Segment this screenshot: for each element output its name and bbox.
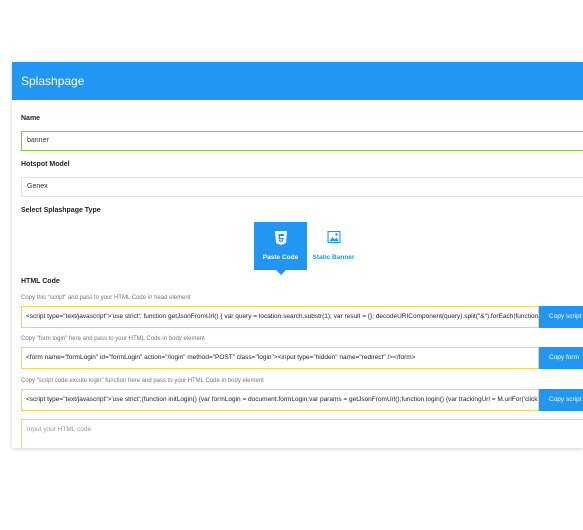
type-option-static-banner[interactable]: Static Banner <box>307 222 360 270</box>
html-code-label: HTML Code <box>21 278 60 285</box>
type-option-paste-code[interactable]: Paste Code <box>254 222 307 275</box>
hotspot-model-select[interactable]: Genex <box>21 177 583 197</box>
copy-script-button[interactable]: Copy script <box>539 306 583 328</box>
image-icon <box>326 230 341 245</box>
login-script-code-field[interactable]: <script type="text/javascript">'use stri… <box>21 389 539 411</box>
copy-form-button[interactable]: Copy form <box>539 347 583 369</box>
type-option-label: Static Banner <box>312 254 355 261</box>
html-code-textarea[interactable]: Input your HTML code <box>21 419 583 448</box>
splashpage-panel: Splashpage Name banner Hotspot Model Gen… <box>12 62 583 448</box>
login-script-hint: Copy "script code excute login" function… <box>21 378 264 384</box>
script-hint: Copy this "script" and pass to your HTML… <box>21 295 191 301</box>
form-code-field[interactable]: <form name="formLogin" id="formLogin" ac… <box>21 347 539 369</box>
html5-icon <box>274 231 287 247</box>
type-option-label: Paste Code <box>262 254 299 261</box>
panel-header: Splashpage <box>12 62 583 100</box>
form-hint: Copy "form login" here and pass to your … <box>21 336 205 342</box>
script-code-field[interactable]: <script type="text/javascript">'use stri… <box>21 306 539 328</box>
panel-title: Splashpage <box>21 74 85 88</box>
name-input[interactable]: banner <box>21 131 583 151</box>
copy-script-login-button[interactable]: Copy script login <box>539 389 583 411</box>
splashpage-type-label: Select Splashpage Type <box>21 207 101 214</box>
form-code-row: <form name="formLogin" id="formLogin" ac… <box>21 347 583 369</box>
login-script-code-row: <script type="text/javascript">'use stri… <box>21 389 583 411</box>
name-label: Name <box>21 115 41 122</box>
script-code-row: <script type="text/javascript">'use stri… <box>21 306 583 328</box>
hotspot-model-label: Hotspot Model <box>21 161 70 168</box>
